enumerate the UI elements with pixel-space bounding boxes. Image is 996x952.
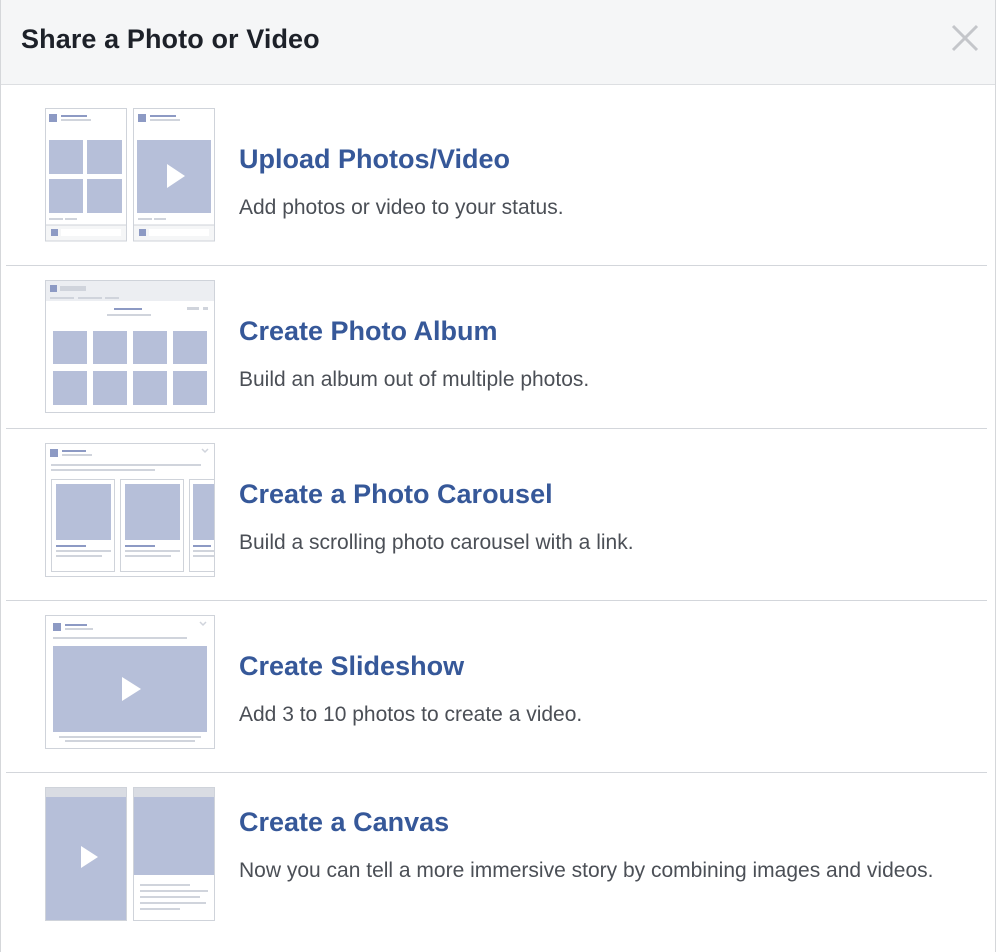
option-description: Build an album out of multiple photos. xyxy=(239,368,590,391)
photo-carousel-illustration xyxy=(45,443,215,577)
slideshow-illustration xyxy=(45,615,215,749)
option-description: Add 3 to 10 photos to create a video. xyxy=(239,703,583,726)
option-description: Build a scrolling photo carousel with a … xyxy=(239,531,634,554)
close-icon[interactable] xyxy=(947,20,983,56)
option-label: Create a Photo Carousel xyxy=(239,479,553,509)
option-description: Now you can tell a more immersive story … xyxy=(239,859,934,882)
canvas-illustration xyxy=(45,787,215,921)
option-label: Create a Canvas xyxy=(239,807,450,837)
upload-photos-video-illustration xyxy=(45,108,215,242)
share-dialog: Share a Photo or Video Upload Photos/Vid… xyxy=(0,0,996,952)
photo-album-illustration xyxy=(45,280,215,413)
option-description: Add photos or video to your status. xyxy=(239,196,564,219)
option-create-photo-carousel[interactable]: Create a Photo Carousel Build a scrollin… xyxy=(6,429,987,601)
option-create-photo-album[interactable]: Create Photo Album Build an album out of… xyxy=(6,266,987,429)
dialog-header: Share a Photo or Video xyxy=(1,0,995,85)
option-label: Create Slideshow xyxy=(239,651,465,681)
option-label: Upload Photos/Video xyxy=(239,144,511,174)
option-create-slideshow[interactable]: Create Slideshow Add 3 to 10 photos to c… xyxy=(6,601,987,773)
dialog-title: Share a Photo or Video xyxy=(21,24,320,54)
option-upload-photos-video[interactable]: Upload Photos/Video Add photos or video … xyxy=(6,86,987,266)
option-label: Create Photo Album xyxy=(239,316,498,346)
option-create-canvas[interactable]: Create a Canvas Now you can tell a more … xyxy=(6,773,987,949)
